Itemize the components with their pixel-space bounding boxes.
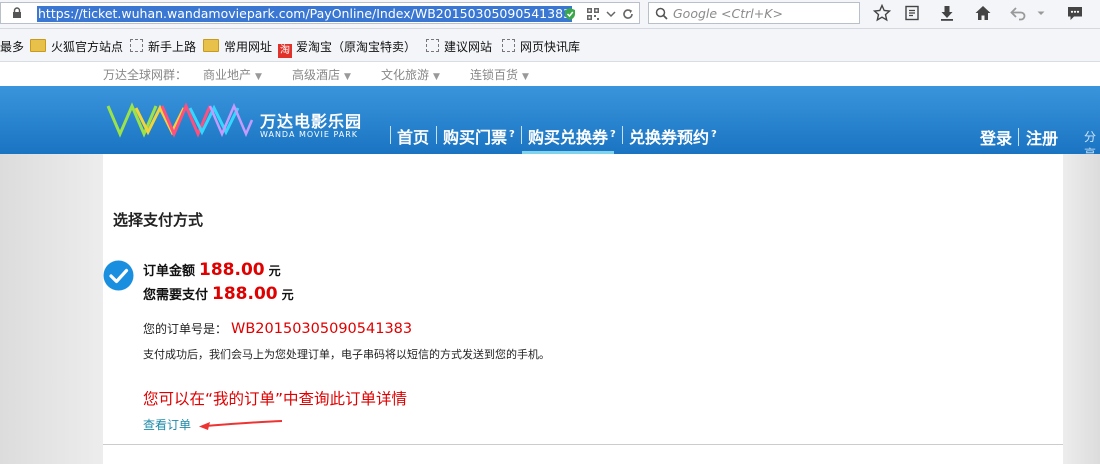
taobao-icon: 淘: [278, 44, 292, 58]
logo-english[interactable]: WANDA MOVIE PARK: [260, 130, 358, 139]
browser-toolbar: https://ticket.wuhan.wandamoviepark.com/…: [0, 0, 1100, 29]
chat-bubble-icon[interactable]: [1066, 4, 1084, 22]
caret-down-icon: ▼: [433, 72, 440, 82]
need-pay-label: 您需要支付: [143, 288, 209, 303]
nav-divider: [390, 126, 391, 144]
order-amount-row: 订单金额 188.00 元: [143, 260, 281, 280]
bookmark-common-urls[interactable]: 常用网址: [203, 39, 272, 55]
check-circle-icon: [103, 260, 134, 291]
dropdown-icon[interactable]: [604, 7, 618, 21]
page-gutter-left: [0, 154, 103, 464]
home-icon[interactable]: [974, 4, 992, 22]
nav-home[interactable]: 首页: [397, 124, 429, 148]
login-link[interactable]: 登录: [980, 125, 1012, 149]
order-number-row: 您的订单号是： WB20150305090541383: [143, 318, 412, 337]
page-title: 选择支付方式: [113, 211, 204, 229]
red-arrow-annotation: [199, 420, 283, 430]
order-number-value: WB20150305090541383: [231, 321, 413, 337]
nav-divider: [622, 126, 623, 144]
nav-buy-tickets[interactable]: 购买门票?: [443, 124, 515, 148]
need-pay-value: 188.00: [212, 284, 278, 304]
folder-icon: [203, 39, 219, 52]
search-bar[interactable]: Google <Ctrl+K>: [648, 2, 860, 24]
nav-buy-vouchers[interactable]: 购买兑换券?: [528, 124, 616, 148]
search-icon: [655, 7, 668, 20]
need-pay-row: 您需要支付 188.00 元: [143, 284, 294, 304]
group-item-hotels[interactable]: 高级酒店 ▼: [292, 66, 351, 83]
download-icon[interactable]: [938, 4, 956, 22]
url-text[interactable]: https://ticket.wuhan.wandamoviepark.com/…: [37, 6, 572, 22]
help-question-mark: ?: [711, 129, 717, 140]
star-bookmark-icon[interactable]: [873, 4, 891, 22]
logo-chinese[interactable]: 万达电影乐园: [260, 108, 362, 132]
folder-icon: [30, 39, 46, 52]
order-number-label: 您的订单号是：: [143, 322, 228, 336]
help-question-mark: ?: [509, 129, 515, 140]
bookmark-web-slices[interactable]: 网页快讯库: [502, 39, 580, 55]
page-icon: [130, 39, 143, 52]
currency-unit: 元: [268, 264, 281, 278]
currency-unit: 元: [281, 288, 294, 302]
view-order-link[interactable]: 查看订单: [143, 416, 191, 433]
qr-code-icon[interactable]: [586, 7, 600, 21]
back-arrow-icon[interactable]: [1009, 4, 1027, 22]
payment-notice: 支付成功后，我们会马上为您处理订单，电子串码将以短信的方式发送到您的手机。: [143, 348, 550, 361]
nav-divider: [521, 126, 522, 144]
logo-graphic[interactable]: [106, 102, 254, 138]
search-input[interactable]: Google <Ctrl+K>: [673, 6, 783, 21]
reload-icon[interactable]: [621, 7, 635, 21]
group-item-commercial[interactable]: 商业地产 ▼: [203, 66, 262, 83]
bookmarks-bar: 最多 火狐官方站点 新手上路 常用网址 淘爱淘宝（原淘宝特卖） 建议网站 网页快…: [0, 29, 1100, 62]
help-question-mark: ?: [610, 129, 616, 140]
group-item-department-stores[interactable]: 连锁百货 ▼: [470, 66, 529, 83]
url-bar[interactable]: https://ticket.wuhan.wandamoviepark.com/…: [0, 2, 640, 24]
bookmark-firefox-site[interactable]: 火狐官方站点: [30, 39, 123, 55]
caret-down-icon: ▼: [344, 72, 351, 82]
caret-down-icon: ▼: [522, 72, 529, 82]
order-amount-value: 188.00: [199, 260, 265, 280]
site-header: 万达电影乐园 WANDA MOVIE PARK 首页 购买门票? 购买兑换券? …: [0, 86, 1100, 161]
nav-divider: [436, 126, 437, 144]
bookmark-getting-started[interactable]: 新手上路: [130, 39, 196, 55]
group-item-culture-tourism[interactable]: 文化旅游 ▼: [381, 66, 440, 83]
reading-list-icon[interactable]: [903, 4, 921, 22]
wanda-group-bar: 万达全球网群： 商业地产 ▼ 高级酒店 ▼ 文化旅游 ▼ 连锁百货 ▼: [0, 62, 1100, 86]
page-icon: [426, 39, 439, 52]
bookmark-aitaobao[interactable]: 淘爱淘宝（原淘宝特卖）: [278, 39, 416, 58]
nav-divider: [1018, 128, 1019, 146]
page-icon: [502, 39, 515, 52]
divider: [103, 444, 1063, 445]
order-amount-label: 订单金额: [143, 264, 196, 279]
page-gutter-right: [1063, 154, 1100, 464]
bookmark-most-visited[interactable]: 最多: [0, 39, 24, 55]
group-label: 万达全球网群：: [103, 68, 188, 82]
nav-voucher-reservation[interactable]: 兑换券预约?: [629, 124, 717, 148]
caret-down-icon: ▼: [255, 72, 262, 82]
register-link[interactable]: 注册: [1026, 125, 1058, 149]
annotation-text: 您可以在“我的订单”中查询此订单详情: [143, 390, 408, 408]
bookmark-suggested-sites[interactable]: 建议网站: [426, 39, 492, 55]
history-dropdown-icon[interactable]: [1036, 4, 1046, 22]
shield-icon[interactable]: [563, 7, 577, 21]
lock-icon: [13, 7, 21, 18]
